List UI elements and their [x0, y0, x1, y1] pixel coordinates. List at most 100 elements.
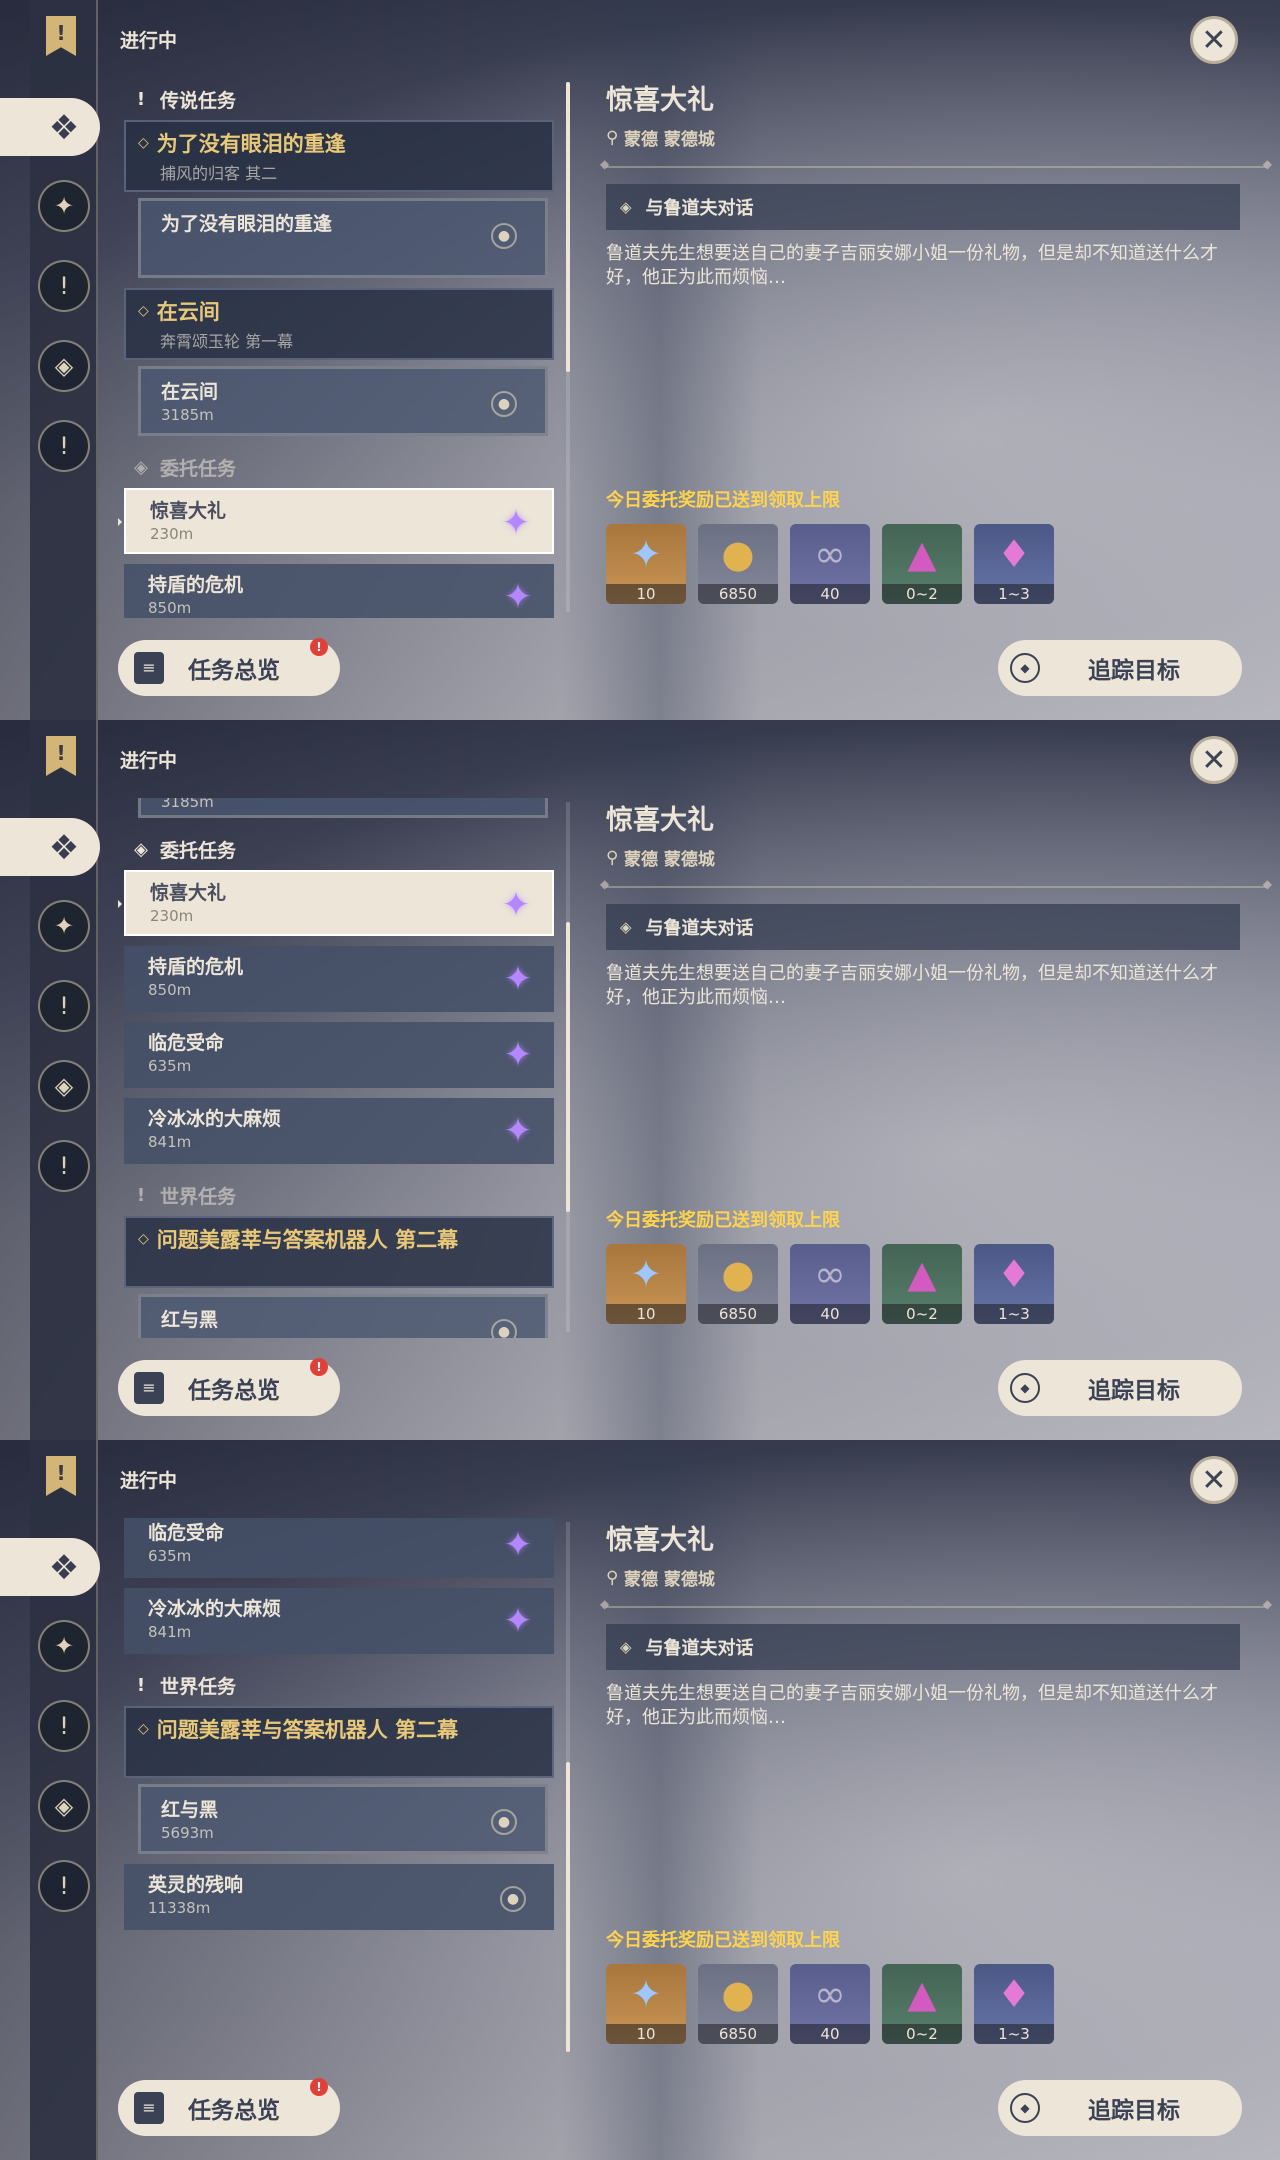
commission-diamond-icon: ◈ [134, 838, 148, 860]
close-button[interactable]: ✕ [1190, 1456, 1238, 1504]
track-target-button[interactable]: ◆ 追踪目标 [998, 640, 1242, 696]
quest-step[interactable]: 红与黑 5693m ● [138, 1784, 548, 1854]
world-icon[interactable]: ◈ [38, 1780, 90, 1832]
commission-title: 冷冰冰的大麻烦 [148, 1108, 282, 1130]
quest-item-distance: 11338m [148, 1899, 211, 1917]
quest-title: 惊喜大礼 [606, 805, 714, 836]
overview-label: 任务总览 [188, 658, 280, 684]
adventure-exp-icon: ∞ [814, 532, 846, 576]
mora-icon: ● [721, 1252, 755, 1296]
commission-item[interactable]: 冷冰冰的大麻烦 841m ✦ [124, 1098, 554, 1164]
archon-icon[interactable]: ✦ [38, 180, 90, 232]
quest-overview-button[interactable]: ≡ 任务总览 ! [118, 638, 340, 696]
reward-list: ✦ 10 ● 6850 ∞ 40 ▲ 0~2 ♦ 1~3 [606, 524, 1066, 604]
reward-item[interactable]: ∞ 40 [790, 524, 870, 604]
location-pin-icon[interactable]: ● [491, 223, 517, 249]
status-label: 进行中 [120, 30, 178, 52]
reward-item[interactable]: ▲ 0~2 [882, 1964, 962, 2044]
story-icon[interactable]: ! [38, 1700, 90, 1752]
story-icon[interactable]: ! [38, 260, 90, 312]
archon-icon[interactable]: ✦ [38, 1620, 90, 1672]
location-pin-icon[interactable]: ● [491, 1319, 517, 1338]
reward-item[interactable]: ✦ 10 [606, 1244, 686, 1324]
commission-item[interactable]: 持盾的危机 850m ✦ [124, 946, 554, 1012]
reward-count: 6850 [698, 584, 778, 604]
commission-item[interactable]: 持盾的危机 850m ✦ [124, 564, 554, 618]
quest-group[interactable]: ◇ 为了没有眼泪的重逢 捕风的归客 其二 [124, 120, 554, 192]
quest-group[interactable]: ◇ 在云间 奔霄颂玉轮 第一幕 [124, 288, 554, 360]
quest-step[interactable]: 在云间 3185m ● [138, 366, 548, 436]
close-button[interactable]: ✕ [1190, 736, 1238, 784]
objective-bar: ◈ 与鲁道夫对话 [606, 904, 1240, 950]
commission-item[interactable]: 冷冰冰的大麻烦 841m ✦ [124, 1588, 554, 1654]
world-icon[interactable]: ◈ [38, 1060, 90, 1112]
close-icon: ✕ [1201, 1462, 1227, 1498]
reward-item[interactable]: ♦ 1~3 [974, 1244, 1054, 1324]
close-button[interactable]: ✕ [1190, 16, 1238, 64]
commission-title: 惊喜大礼 [150, 882, 227, 904]
commission-star-icon: ✦ [503, 1035, 533, 1075]
reward-item[interactable]: ♦ 1~3 [974, 524, 1054, 604]
location-pin-icon[interactable]: ● [491, 391, 517, 417]
reward-item[interactable]: ● 6850 [698, 1244, 778, 1324]
quest-group[interactable]: ◇ 问题美露莘与答案机器人 第二幕 [124, 1706, 554, 1778]
commission-item[interactable]: 惊喜大礼 230m ✦ [118, 870, 554, 936]
location-pin-icon[interactable]: ● [500, 1886, 526, 1912]
track-label: 追踪目标 [1088, 2098, 1180, 2124]
commission-item[interactable]: 惊喜大礼 230m ✦ [118, 488, 554, 554]
reward-item[interactable]: ▲ 0~2 [882, 1244, 962, 1324]
step-title: 红与黑 [161, 1309, 219, 1331]
reward-item[interactable]: ♦ 1~3 [974, 1964, 1054, 2044]
reward-item[interactable]: ● 6850 [698, 1964, 778, 2044]
story-icon[interactable]: ! [38, 980, 90, 1032]
commission-diamond-icon: ◈ [134, 456, 148, 478]
ore-icon: ▲ [907, 1972, 937, 2016]
crystal-icon: ♦ [996, 1972, 1032, 2016]
exclaim-icon[interactable]: ! [38, 1140, 90, 1192]
location-text: 蒙德 蒙德城 [624, 1570, 715, 1590]
reward-item[interactable]: ▲ 0~2 [882, 524, 962, 604]
quest-overview-button[interactable]: ≡ 任务总览 ! [118, 1358, 340, 1416]
commission-item[interactable]: 临危受命 635m ✦ [124, 1022, 554, 1088]
reward-item[interactable]: ● 6850 [698, 524, 778, 604]
group-title: 在云间 [156, 300, 220, 324]
quest-step[interactable]: 3185m [138, 798, 548, 818]
reward-item[interactable]: ✦ 10 [606, 524, 686, 604]
reward-item[interactable]: ∞ 40 [790, 1964, 870, 2044]
section-world: ! 世界任务 [118, 1174, 568, 1216]
world-icon[interactable]: ◈ [38, 340, 90, 392]
status-label: 进行中 [120, 750, 178, 772]
commission-title: 持盾的危机 [148, 956, 244, 978]
commission-icon[interactable]: ❖ [38, 822, 90, 874]
quest-step[interactable]: 红与黑 ● [138, 1294, 548, 1338]
quest-group[interactable]: ◇ 问题美露莘与答案机器人 第二幕 [124, 1216, 554, 1288]
commission-icon[interactable]: ❖ [38, 1542, 90, 1594]
commission-distance: 841m [148, 1133, 192, 1151]
divider [600, 1597, 1272, 1611]
track-target-button[interactable]: ◆ 追踪目标 [998, 1360, 1242, 1416]
commission-title: 冷冰冰的大麻烦 [148, 1598, 282, 1620]
quest-title: 惊喜大礼 [606, 85, 714, 116]
quest-step[interactable]: 为了没有眼泪的重逢 ● [138, 198, 548, 278]
section-label: 世界任务 [160, 1675, 237, 1698]
track-target-button[interactable]: ◆ 追踪目标 [998, 2080, 1242, 2136]
close-icon: ✕ [1201, 22, 1227, 58]
quest-location: ⚲ 蒙德 蒙德城 [606, 845, 1266, 871]
section-world: ! 世界任务 [118, 1664, 568, 1706]
quest-item[interactable]: 英灵的残响 11338m ● [124, 1864, 554, 1930]
reward-count: 40 [790, 584, 870, 604]
group-subtitle: 捕风的归客 其二 [160, 164, 278, 183]
reward-item[interactable]: ✦ 10 [606, 1964, 686, 2044]
commission-item[interactable]: 临危受命 635m ✦ [124, 1518, 554, 1578]
track-icon: ◆ [1010, 653, 1040, 683]
location-pin-icon[interactable]: ● [491, 1809, 517, 1835]
objective-text: 与鲁道夫对话 [645, 198, 754, 219]
exclaim-icon[interactable]: ! [38, 1860, 90, 1912]
reward-item[interactable]: ∞ 40 [790, 1244, 870, 1324]
exclaim-icon[interactable]: ! [38, 420, 90, 472]
quest-overview-button[interactable]: ≡ 任务总览 ! [118, 2078, 340, 2136]
archon-icon[interactable]: ✦ [38, 900, 90, 952]
commission-title: 临危受命 [148, 1522, 225, 1544]
commission-icon[interactable]: ❖ [38, 102, 90, 154]
diamond-icon: ◇ [138, 1231, 149, 1247]
